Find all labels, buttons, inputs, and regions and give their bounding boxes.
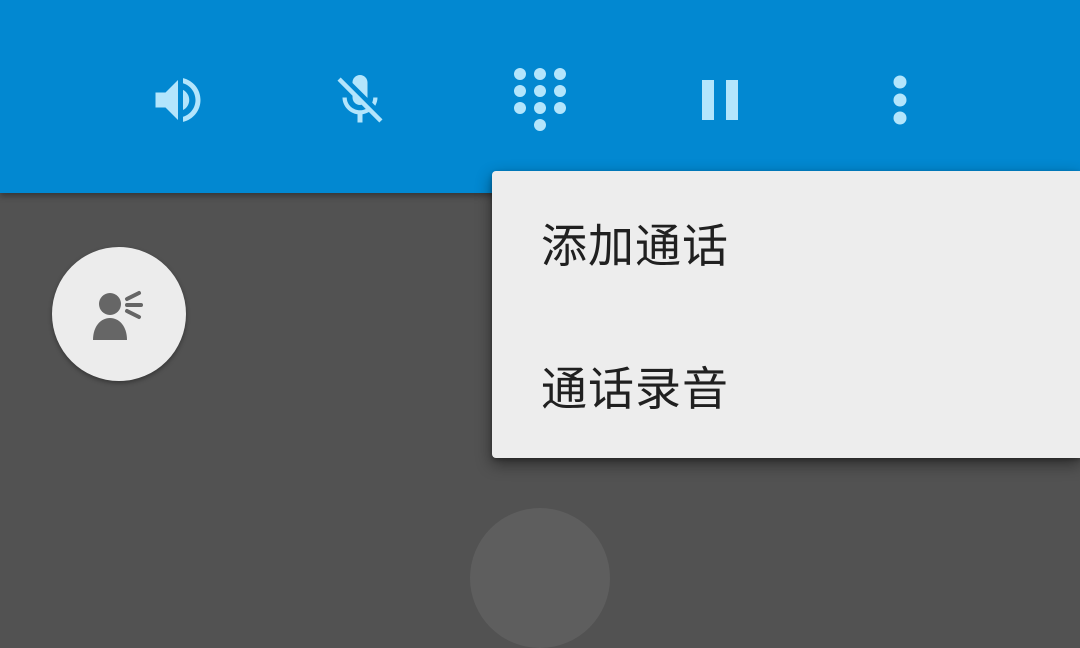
speaker-button[interactable] xyxy=(130,52,226,148)
microphone-off-icon xyxy=(337,75,383,123)
dialpad-button[interactable] xyxy=(492,52,588,148)
menu-item-record-call[interactable]: 通话录音 xyxy=(492,314,1080,458)
overflow-menu: 添加通话 通话录音 xyxy=(492,171,1080,458)
menu-item-add-call[interactable]: 添加通话 xyxy=(492,171,1080,315)
in-call-toolbar xyxy=(0,0,1080,193)
hold-button[interactable] xyxy=(672,52,768,148)
person-speaking-icon xyxy=(93,291,143,340)
speaker-volume-icon xyxy=(155,78,201,122)
more-options-button[interactable] xyxy=(852,52,948,148)
mute-button[interactable] xyxy=(312,52,408,148)
dialpad-icon xyxy=(514,68,566,131)
menu-item-label: 通话录音 xyxy=(541,362,729,416)
more-vertical-icon xyxy=(893,75,907,125)
menu-item-label: 添加通话 xyxy=(541,219,729,273)
end-call-button[interactable] xyxy=(470,508,610,648)
conference-button[interactable] xyxy=(52,247,186,381)
pause-icon xyxy=(702,80,738,120)
